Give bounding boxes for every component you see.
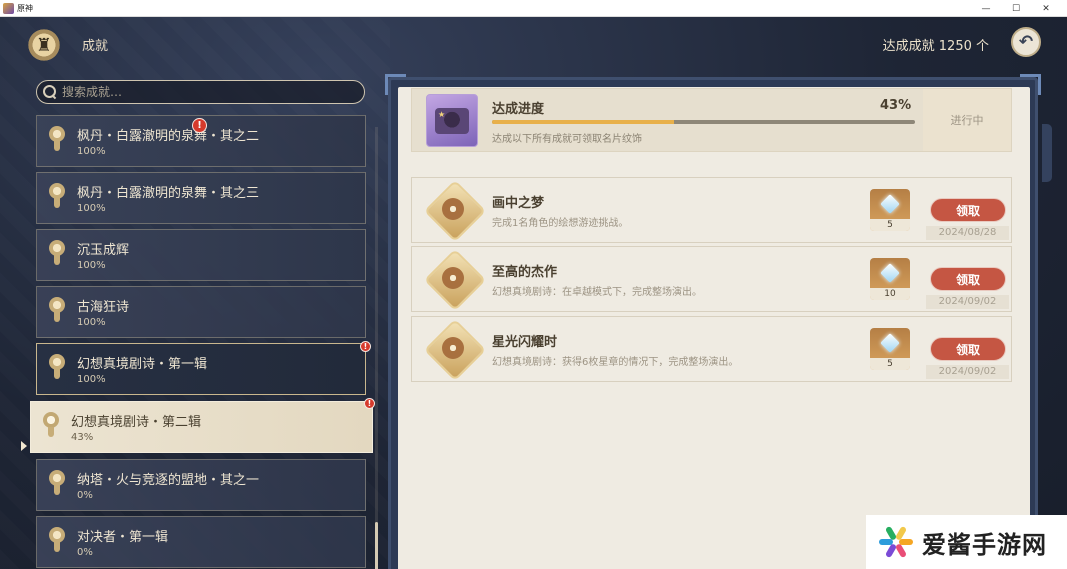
reward-item[interactable]: 10 [870,258,910,300]
category-item[interactable]: 枫丹・白露澈明的泉舞・其之三 100% [36,172,366,224]
progress-percent: 43% [880,98,912,113]
close-button[interactable]: ✕ [1031,0,1061,17]
minimize-button[interactable]: — [971,0,1001,17]
achievements-screen: ♜ 成就 达成成就 1250 个 ↶ 枫丹・白露澈明的泉舞・其之二 100% 枫… [0,17,1067,569]
achievement-description: 幻想真境剧诗：获得6枚星章的情况下，完成整场演出。 [492,357,739,368]
category-list[interactable]: 枫丹・白露澈明的泉舞・其之二 100% 枫丹・白露澈明的泉舞・其之三 100% … [30,115,373,569]
category-scrollbar[interactable] [375,127,378,569]
achievement-date: 2024/08/28 [926,226,1009,240]
claim-button[interactable]: 领取 [930,198,1006,222]
category-trophy-icon [47,126,67,154]
achievement-badge-icon [428,253,478,305]
reward-item[interactable]: 5 [870,328,910,370]
maximize-button[interactable]: ☐ [1001,0,1031,17]
category-percent: 100% [77,203,106,214]
progress-bar [492,120,915,124]
primogem-icon [879,262,901,284]
category-trophy-icon [47,240,67,268]
category-percent: 100% [77,317,106,328]
primogem-icon [879,193,901,215]
progress-bar-fill [492,120,674,124]
window-title: 原神 [17,3,33,13]
achievement-badge-icon [428,323,478,375]
achievement-row: 星光闪耀时 幻想真境剧诗：获得6枚星章的情况下，完成整场演出。 5 领取 202… [411,316,1012,382]
progress-description: 达成以下所有成就可领取名片纹饰 [492,134,642,145]
claim-button[interactable]: 领取 [930,267,1006,291]
achievement-date: 2024/09/02 [926,365,1009,379]
category-name: 对决者・第一辑 [77,530,169,545]
primogem-icon [879,332,901,354]
page-title: 成就 [82,39,109,54]
category-percent: 100% [77,260,106,271]
category-trophy-icon [47,354,67,382]
category-name: 幻想真境剧诗・第一辑 [77,357,208,372]
category-trophy-icon [47,470,67,498]
category-trophy-icon [47,527,67,555]
scrollbar-thumb[interactable] [375,522,378,569]
category-percent: 0% [77,547,93,558]
category-name: 枫丹・白露澈明的泉舞・其之二 [77,129,260,144]
alert-icon: ! [360,341,371,352]
category-percent: 100% [77,374,106,385]
progress-title: 达成进度 [492,102,545,117]
category-percent: 100% [77,146,106,157]
side-tab[interactable] [1042,124,1052,182]
achievement-trophy-icon: ♜ [24,25,64,65]
reward-count: 5 [870,219,910,231]
app-icon [3,2,14,14]
achievement-badge-icon [428,184,478,236]
achievement-date: 2024/09/02 [926,295,1009,309]
search-icon [43,85,57,99]
category-item[interactable]: 对决者・第一辑 0% [36,516,366,568]
reward-item[interactable]: 5 [870,189,910,231]
category-percent: 43% [71,432,94,443]
progress-status: 进行中 [923,89,1011,151]
selection-arrow-icon [21,441,27,451]
claim-button[interactable]: 领取 [930,337,1006,361]
back-arrow-icon: ↶ [1018,32,1034,52]
achievement-total: 达成成就 1250 个 [882,39,989,54]
category-trophy-icon [47,183,67,211]
category-item[interactable]: 沉玉成辉 100% [36,229,366,281]
achievement-row: 至高的杰作 幻想真境剧诗：在卓越模式下，完成整场演出。 10 领取 2024/0… [411,246,1012,312]
alert-icon: ! [364,398,375,409]
category-name: 古海狂诗 [77,300,130,315]
site-watermark: 爱酱手游网 [866,515,1067,569]
achievement-title: 至高的杰作 [492,265,558,280]
category-item-selected[interactable]: 幻想真境剧诗・第二辑 43% [30,401,373,453]
achievement-title: 画中之梦 [492,196,545,211]
reward-count: 5 [870,358,910,370]
achievement-title: 星光闪耀时 [492,335,558,350]
window-titlebar: 原神 — ☐ ✕ [0,0,1067,17]
category-name: 枫丹・白露澈明的泉舞・其之三 [77,186,260,201]
category-item[interactable]: 古海狂诗 100% [36,286,366,338]
alert-icon: ! [192,118,207,133]
achievement-row: 画中之梦 完成1名角色的绘想游迹挑战。 5 领取 2024/08/28 [411,177,1012,243]
namecard-reward[interactable] [426,94,478,147]
progress-card: 达成进度 43% 达成以下所有成就可领取名片纹饰 进行中 [411,88,1012,152]
category-name: 纳塔・火与竞逐的盟地・其之一 [77,473,260,488]
category-percent: 0% [77,490,93,501]
search-bar[interactable] [36,80,365,104]
achievement-description: 幻想真境剧诗：在卓越模式下，完成整场演出。 [492,287,702,298]
category-item[interactable]: 纳塔・火与竞逐的盟地・其之一 0% [36,459,366,511]
category-trophy-icon [41,412,61,440]
search-input[interactable] [62,85,342,99]
namecard-icon [435,107,469,134]
category-trophy-icon [47,297,67,325]
achievement-description: 完成1名角色的绘想游迹挑战。 [492,218,629,229]
reward-count: 10 [870,288,910,300]
watermark-text: 爱酱手游网 [922,530,1047,559]
category-name: 沉玉成辉 [77,243,130,258]
back-button[interactable]: ↶ [1011,27,1041,57]
flower-logo-icon [878,524,914,560]
category-name: 幻想真境剧诗・第二辑 [71,415,202,430]
category-item[interactable]: 幻想真境剧诗・第一辑 100% [36,343,366,395]
